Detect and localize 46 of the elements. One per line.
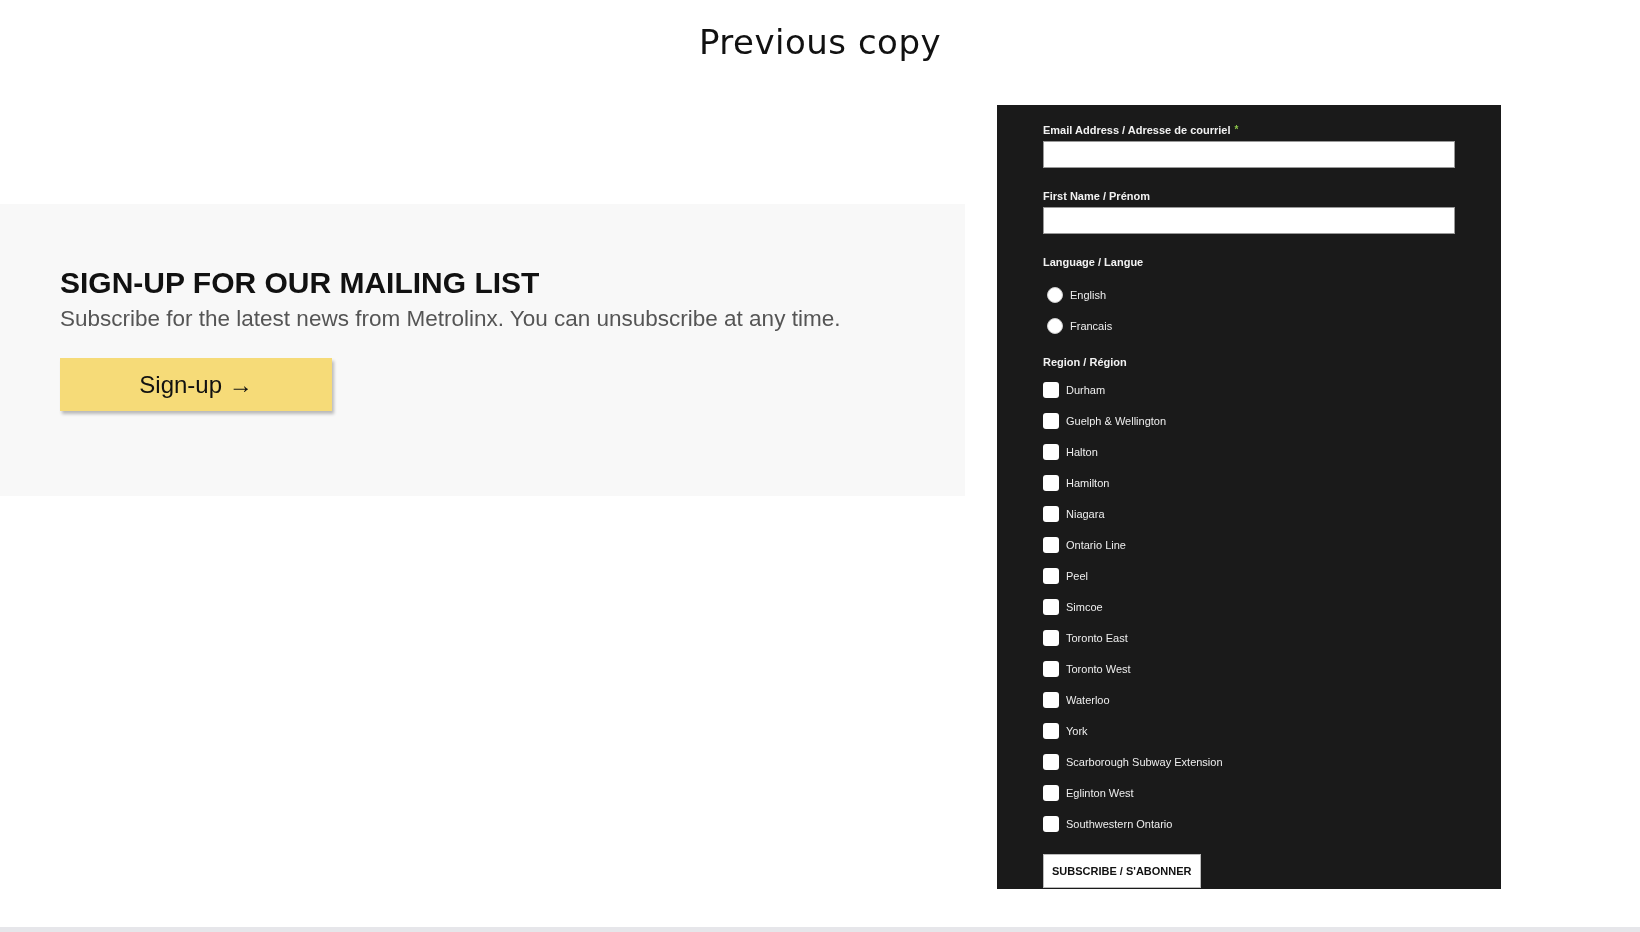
checkbox[interactable] xyxy=(1043,661,1059,677)
checkbox-label: Southwestern Ontario xyxy=(1066,818,1173,830)
signup-button[interactable]: Sign-up → xyxy=(60,358,332,411)
checkbox-label: York xyxy=(1066,725,1088,737)
section-label: Language / Langue xyxy=(1043,256,1144,269)
radio-label: English xyxy=(1070,289,1107,301)
checkbox[interactable] xyxy=(1043,630,1059,646)
checkbox[interactable] xyxy=(1043,475,1059,491)
checkbox[interactable] xyxy=(1043,692,1059,708)
checkbox-label: Toronto West xyxy=(1066,663,1131,675)
checkbox-label: Niagara xyxy=(1066,508,1105,520)
page-title: Previous copy xyxy=(698,22,942,62)
checkbox-label: Halton xyxy=(1066,446,1098,458)
checkbox-label: Toronto East xyxy=(1066,632,1128,644)
checkbox[interactable] xyxy=(1043,444,1059,460)
checkbox-label: Scarborough Subway Extension xyxy=(1066,756,1223,768)
checkbox-label: Hamilton xyxy=(1066,477,1110,489)
checkbox-label: Durham xyxy=(1066,384,1106,396)
checkbox[interactable] xyxy=(1043,382,1059,398)
field-label: Email Address / Adresse de courriel xyxy=(1043,124,1231,137)
checkbox-label: Guelph & Wellington xyxy=(1066,415,1167,427)
checkbox[interactable] xyxy=(1043,816,1059,832)
section-label: Region / Région xyxy=(1043,356,1127,369)
field-label: First Name / Prénom xyxy=(1043,190,1150,203)
checkbox[interactable] xyxy=(1043,506,1059,522)
promo-heading: SIGN-UP FOR OUR MAILING LIST xyxy=(60,266,540,300)
radio-button[interactable] xyxy=(1047,318,1063,334)
radio-label: Francais xyxy=(1070,320,1113,332)
checkbox[interactable] xyxy=(1043,537,1059,553)
input-field[interactable] xyxy=(1043,141,1455,168)
checkbox[interactable] xyxy=(1043,785,1059,801)
required-mark: * xyxy=(1234,124,1239,135)
checkbox[interactable] xyxy=(1043,754,1059,770)
input-field[interactable] xyxy=(1043,207,1455,234)
checkbox[interactable] xyxy=(1043,413,1059,429)
checkbox[interactable] xyxy=(1043,599,1059,615)
checkbox-label: Eglinton West xyxy=(1066,787,1134,799)
promo-text: Subscribe for the latest news from Metrolinx. You can unsubscribe at any time. xyxy=(60,306,841,332)
checkbox-label: Simcoe xyxy=(1066,601,1103,613)
checkbox-label: Ontario Line xyxy=(1066,539,1126,551)
radio-button[interactable] xyxy=(1047,287,1063,303)
checkbox-label: Peel xyxy=(1066,570,1089,582)
checkbox[interactable] xyxy=(1043,568,1059,584)
checkbox-label: Waterloo xyxy=(1066,694,1110,706)
subscribe-button[interactable]: SUBSCRIBE / S'ABONNER xyxy=(1043,854,1201,888)
checkbox[interactable] xyxy=(1043,723,1059,739)
